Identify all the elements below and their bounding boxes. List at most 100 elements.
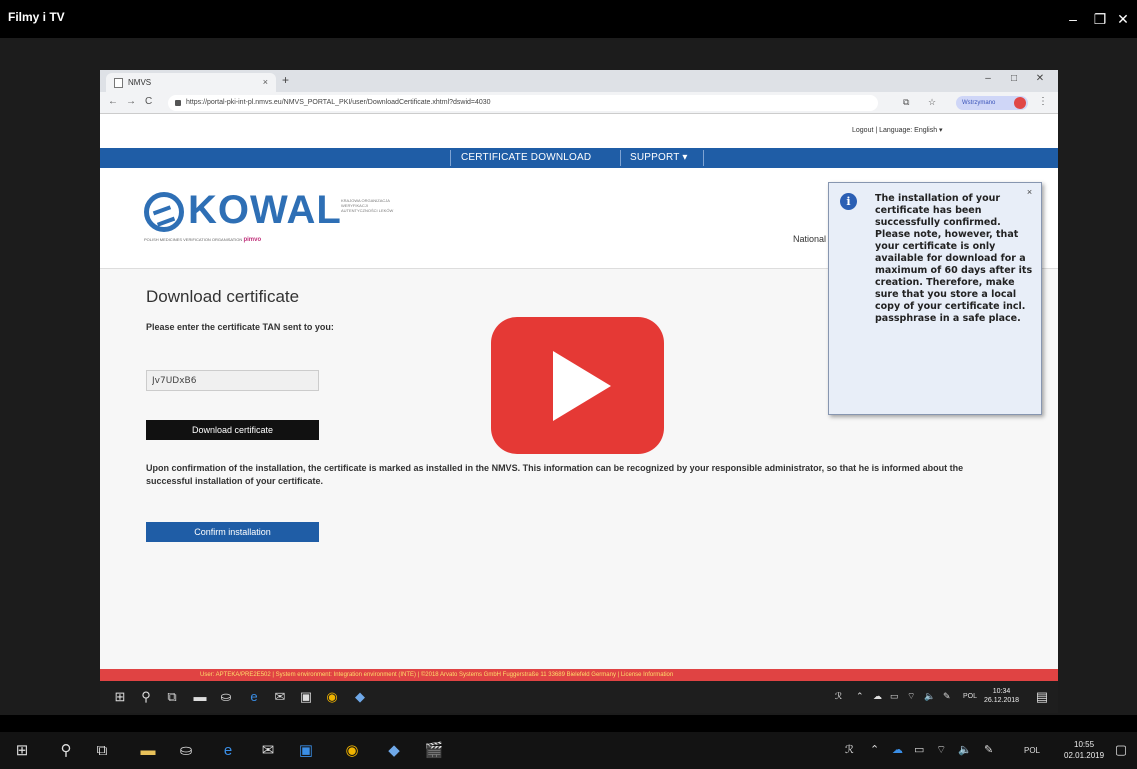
logo-tagline: POLISH MEDICINES VERIFICATION ORGANISATI… [144,237,261,243]
clock-date: 02.01.2019 [1064,751,1105,760]
clock[interactable]: 10:34 26.12.2018 [984,687,1019,705]
tan-label: Please enter the certificate TAN sent to… [146,322,334,332]
battery-icon[interactable]: ▭ [914,743,924,756]
browser-minimize-button[interactable]: – [976,73,1000,84]
mail-icon[interactable]: ✉ [258,742,278,760]
translate-icon[interactable]: ⧉ [903,97,909,108]
search-icon[interactable]: ⚲ [138,689,154,705]
language-indicator[interactable]: POL [963,693,977,700]
file-explorer-icon[interactable]: ▬ [138,742,158,760]
pen-icon[interactable]: ✎ [943,691,951,702]
app-icon[interactable]: ◆ [384,742,404,760]
logo-text: KOWAL [188,188,342,232]
notifications-icon[interactable]: ▤ [1034,689,1050,705]
app-title: Filmy i TV [8,10,65,24]
logo-brand: pimvo [243,237,262,243]
store-icon[interactable]: ⛀ [176,742,196,760]
language-indicator[interactable]: POL [1024,746,1040,755]
page-icon [114,78,123,88]
taskbar: ⊞ ⚲ ⧉ ▬ ⛀ e ✉ ▣ ◉ ◆ 🎬 ℛ ⌃ ☁ ▭ ⌔ 🔈 ✎ POL … [0,732,1137,769]
wifi-icon[interactable]: ⌔ [936,743,946,757]
browser-close-button[interactable]: ✕ [1028,73,1052,84]
nav-divider [703,150,704,166]
lock-icon [175,100,181,106]
menu-icon[interactable]: ⋮ [1038,96,1048,107]
forward-icon[interactable]: → [126,96,136,107]
outlook-icon[interactable]: ▣ [298,689,314,705]
tooltip-message: The installation of your certificate has… [875,193,1033,324]
logo-subtitle: KRAJOWA ORGANIZACJA WERYFIKACJI AUTENTYC… [341,198,394,213]
profile-label: Wstrzymano [962,100,996,106]
volume-icon[interactable]: 🔈 [958,743,972,756]
nav-support[interactable]: SUPPORT ▾ [630,152,688,163]
action-center-icon[interactable]: ▢ [1113,742,1129,758]
app-icon[interactable]: ◆ [352,689,368,705]
tab-close-icon[interactable]: × [263,77,268,87]
chrome-icon[interactable]: ◉ [342,742,362,760]
logo-mark-icon [144,192,184,232]
new-tab-icon[interactable]: + [282,73,289,87]
browser-tab[interactable]: NMVS × [106,73,276,92]
app-title-bar: Filmy i TV – ❐ ✕ [0,0,1137,38]
store-icon[interactable]: ⛀ [218,689,234,705]
profile-button[interactable]: Wstrzymano [956,96,1028,110]
page-title: Download certificate [146,287,300,306]
people-icon[interactable]: ℛ [845,743,854,756]
desktop: Filmy i TV – ❐ ✕ NMVS × + – □ ✕ ← → C ht… [0,0,1137,769]
avatar [1014,97,1026,109]
onedrive-icon[interactable]: ☁ [873,691,882,702]
browser-tab-bar: NMVS × + – □ ✕ [100,70,1058,92]
nav-divider [620,150,621,166]
mail-icon[interactable]: ✉ [272,689,288,705]
close-button[interactable]: ✕ [1106,6,1137,32]
main-nav: CERTIFICATE DOWNLOAD SUPPORT ▾ [100,148,1058,168]
nav-certificate-download[interactable]: CERTIFICATE DOWNLOAD [461,152,591,163]
wifi-icon[interactable]: ⌔ [907,691,915,702]
confirm-installation-button[interactable]: Confirm installation [146,522,319,542]
confirmation-tooltip: i × The installation of your certificate… [828,182,1042,415]
start-icon[interactable]: ⊞ [12,742,32,760]
file-explorer-icon[interactable]: ▬ [192,689,208,705]
bookmark-star-icon[interactable]: ☆ [928,97,936,108]
task-view-icon[interactable]: ⧉ [164,689,180,705]
people-icon[interactable]: ℛ [835,691,842,702]
inner-taskbar: ⊞ ⚲ ⧉ ▬ ⛀ e ✉ ▣ ◉ ◆ ℛ ⌃ ☁ ▭ ⌔ 🔈 ✎ POL 10… [100,681,1058,713]
clock-time: 10:34 [992,688,1011,695]
tan-input[interactable] [146,370,319,391]
outlook-icon[interactable]: ▣ [296,742,316,760]
search-icon[interactable]: ⚲ [56,742,76,760]
clock[interactable]: 10:55 02.01.2019 [1064,739,1104,761]
nav-divider [450,150,451,166]
clock-time: 10:55 [1074,740,1095,749]
back-icon[interactable]: ← [108,96,118,107]
start-icon[interactable]: ⊞ [112,689,128,705]
clapperboard-icon[interactable]: 🎬 [424,742,444,760]
info-icon: i [840,193,857,210]
kowal-logo[interactable]: KOWAL KRAJOWA ORGANIZACJA WERYFIKACJI AU… [144,188,404,246]
play-icon [553,351,611,421]
installation-info-text: Upon confirmation of the installation, t… [146,463,964,486]
logo-tagline-text: POLISH MEDICINES VERIFICATION ORGANISATI… [144,237,243,242]
play-button[interactable] [491,317,664,454]
url-text: https://portal-pki-int-pl.nmvs.eu/NMVS_P… [186,99,491,106]
task-view-icon[interactable]: ⧉ [92,742,112,760]
page-footer: User: APTEKA/PRE2E502 | System environme… [100,669,1058,681]
clock-date: 26.12.2018 [984,697,1020,704]
volume-icon[interactable]: 🔈 [924,691,935,702]
onedrive-icon[interactable]: ☁ [892,743,903,756]
chevron-up-icon[interactable]: ⌃ [856,691,864,702]
battery-icon[interactable]: ▭ [890,691,899,702]
reload-icon[interactable]: C [145,96,152,107]
address-bar: ← → C https://portal-pki-int-pl.nmvs.eu/… [100,92,1058,114]
edge-icon[interactable]: e [218,742,238,760]
pen-icon[interactable]: ✎ [984,743,993,756]
top-links[interactable]: Logout | Language: English ▾ [852,126,943,134]
browser-maximize-button[interactable]: □ [1002,73,1026,84]
chrome-icon[interactable]: ◉ [324,689,340,705]
chevron-up-icon[interactable]: ⌃ [870,743,879,756]
download-certificate-button[interactable]: Download certificate [146,420,319,440]
tab-title: NMVS [128,78,152,87]
url-input[interactable]: https://portal-pki-int-pl.nmvs.eu/NMVS_P… [168,95,878,111]
header-national-text: National [793,234,827,244]
edge-icon[interactable]: e [246,689,262,705]
